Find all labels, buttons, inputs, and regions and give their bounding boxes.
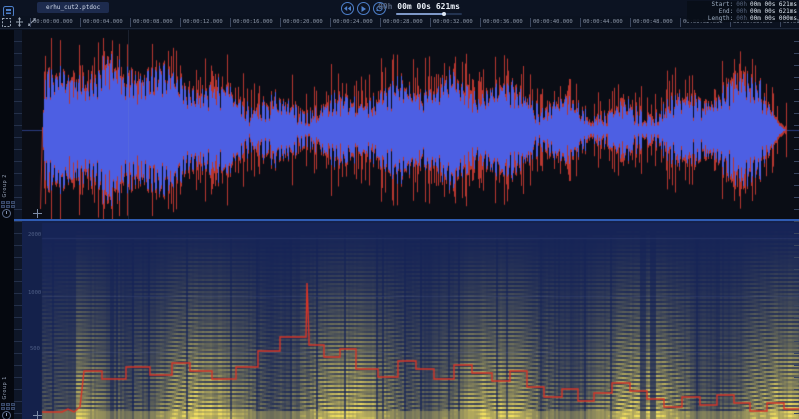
- ruler-tick: 00:00:00.000: [30, 18, 73, 27]
- time-display: 00h 00m 00s 621ms: [378, 2, 473, 11]
- time-hours: 00h: [378, 2, 392, 11]
- group-2-add-icon[interactable]: [33, 209, 42, 218]
- group-2-label: Group 2: [2, 174, 8, 198]
- ruler-tick-label: 00:00:44.000: [583, 19, 623, 25]
- ruler-tick: 00:00:04.000: [80, 18, 123, 27]
- waveform-canvas[interactable]: [22, 30, 799, 219]
- ruler-tick-label: 00:00:24.000: [333, 19, 373, 25]
- ruler-tick: 00:00:24.000: [330, 18, 373, 27]
- waveform-marker-line: [128, 30, 129, 219]
- toolbar: erhu_cut2.ptdoc: [0, 0, 799, 17]
- playback-slider[interactable]: [396, 13, 462, 15]
- ruler-tick-label: 00:00:00.000: [33, 19, 73, 25]
- ruler-tick-label: 00:00:48.000: [633, 19, 673, 25]
- ruler-tick: 00:00:12.000: [180, 18, 223, 27]
- waveform-track[interactable]: [22, 30, 799, 219]
- group-1-header: Group 1: [0, 221, 42, 419]
- time-rest: 00m 00s 621ms: [397, 2, 460, 11]
- ruler-tick: 00:00:32.000: [430, 18, 473, 27]
- rewind-button[interactable]: [341, 2, 354, 15]
- ruler-tick-label: 00:00:40.000: [533, 19, 573, 25]
- time-display-block: 00h 00m 00s 621ms: [378, 2, 473, 15]
- group-2-header: Group 2: [0, 30, 42, 219]
- ruler-subline: [0, 28, 799, 29]
- ruler-tick: 00:00:20.000: [280, 18, 323, 27]
- group-1-add-icon[interactable]: [33, 411, 42, 419]
- playback-slider-fill: [396, 13, 444, 15]
- spectrogram-track[interactable]: 2000 1000 500: [22, 221, 799, 419]
- selection-info-row: Length:00h00m 00s 000ms: [687, 15, 797, 22]
- ruler-tick: 00:00:28.000: [380, 18, 423, 27]
- tracks-area: 2000 1000 500 Group 2 Group 1: [0, 30, 799, 419]
- selection-info-row: Start:00h00m 00s 621ms: [687, 1, 797, 8]
- right-edge-ticks: [794, 30, 799, 419]
- selection-info-panel: Start:00h00m 00s 621msEnd:00h00m 00s 621…: [687, 1, 797, 22]
- group-1-knob[interactable]: [2, 411, 11, 419]
- ruler-tick: 00:00:08.000: [130, 18, 173, 27]
- ruler-tick-label: 00:00:08.000: [133, 19, 173, 25]
- group-2-button-grid[interactable]: [1, 201, 15, 208]
- timeline-ruler[interactable]: 00:00:00.000 00:00:04.000 00:00:08.000 00:0…: [0, 16, 799, 31]
- ruler-tick-label: 00:00:32.000: [433, 19, 473, 25]
- app-logo-icon: [3, 2, 14, 13]
- ruler-tick-label: 00:00:28.000: [383, 19, 423, 25]
- ruler-tick-label: 00:00:36.000: [483, 19, 523, 25]
- group-2-knob[interactable]: [2, 209, 11, 218]
- group-1-button-grid[interactable]: [1, 403, 15, 410]
- ruler-tick: 00:00:40.000: [530, 18, 573, 27]
- ruler-tick-label: 00:00:16.000: [233, 19, 273, 25]
- play-button[interactable]: [357, 2, 370, 15]
- ruler-tick: 00:00:44.000: [580, 18, 623, 27]
- audio-editor-window: erhu_cut2.ptdoc: [0, 0, 799, 419]
- ruler-tick-label: 00:00:20.000: [283, 19, 323, 25]
- selection-info-row: End:00h00m 00s 621ms: [687, 8, 797, 15]
- ruler-tick: 00:00:48.000: [630, 18, 673, 27]
- document-tab[interactable]: erhu_cut2.ptdoc: [37, 2, 109, 13]
- ruler-tick: 00:00:16.000: [230, 18, 273, 27]
- ruler-tick: 00:00:36.000: [480, 18, 523, 27]
- group-1-label: Group 1: [2, 376, 8, 400]
- spectrogram-canvas[interactable]: [22, 221, 799, 419]
- ruler-tick-label: 00:00:04.000: [83, 19, 123, 25]
- ruler-tick-label: 00:00:12.000: [183, 19, 223, 25]
